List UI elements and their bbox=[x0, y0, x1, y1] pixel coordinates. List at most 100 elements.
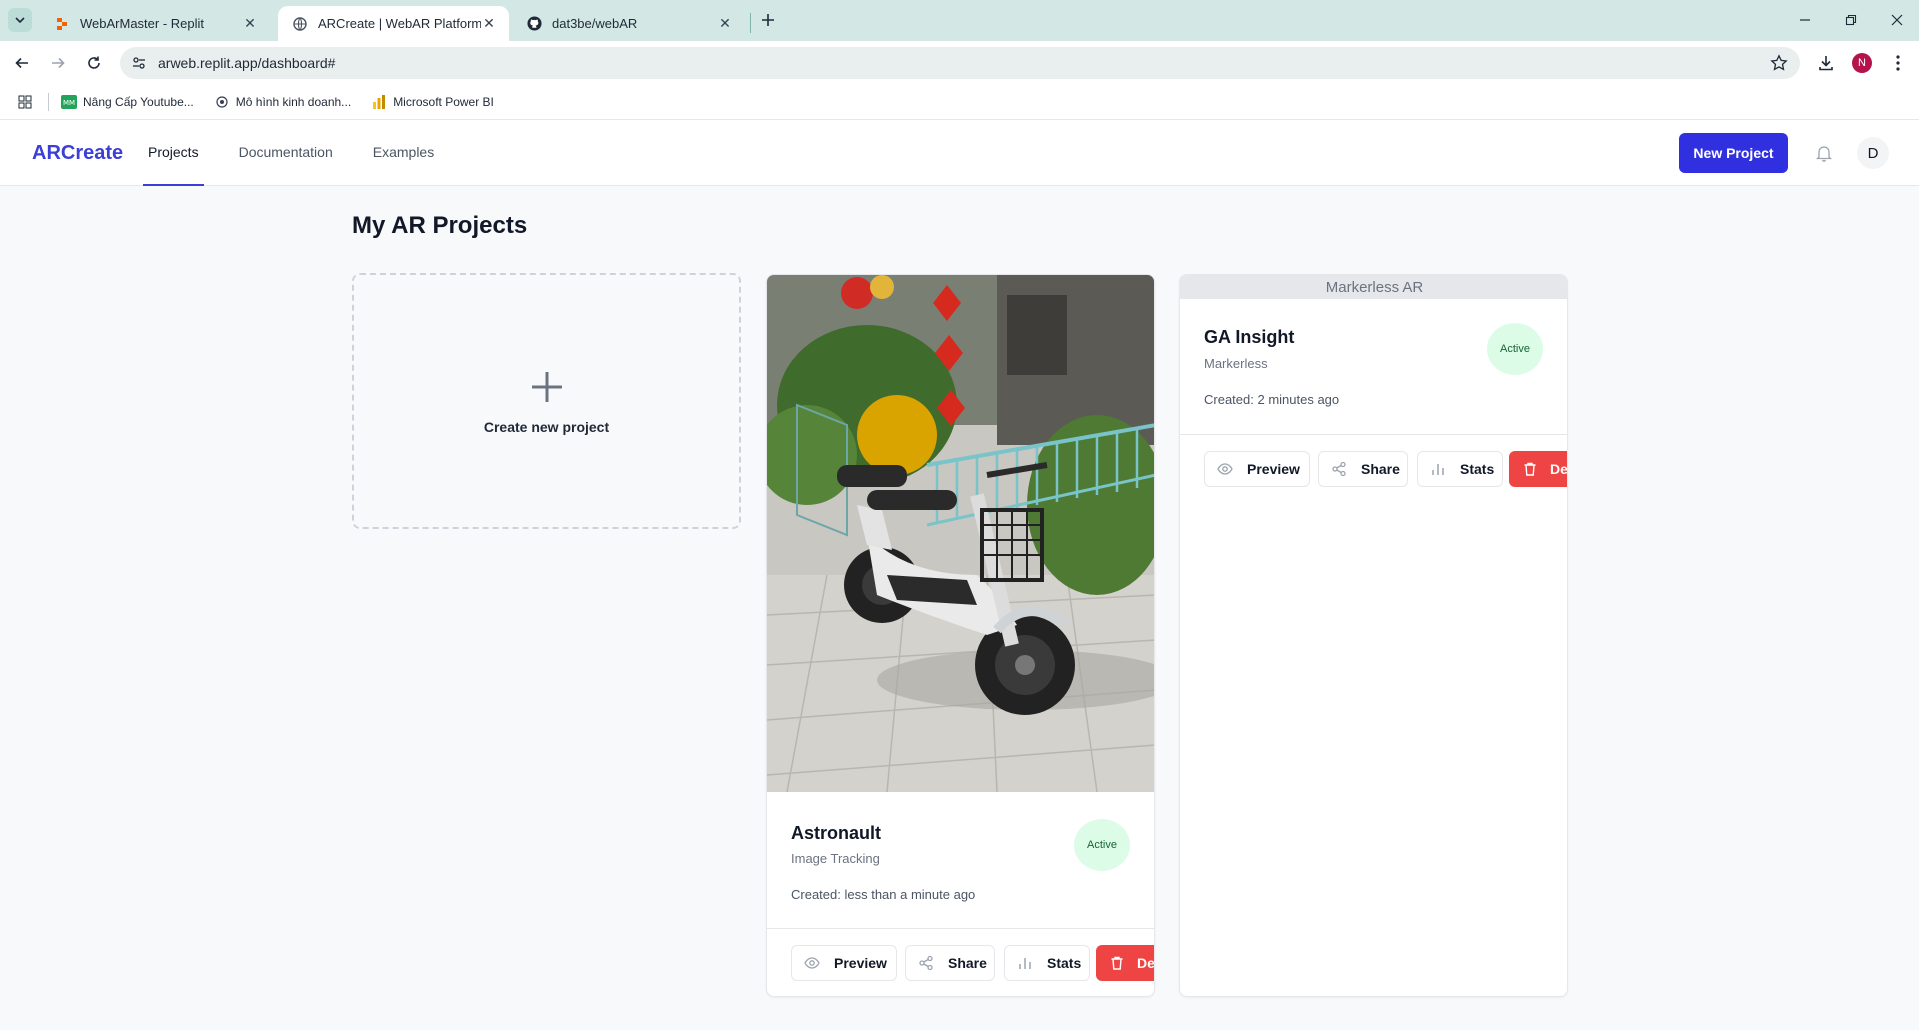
tab-label: dat3be/webAR bbox=[552, 16, 638, 31]
card-divider bbox=[767, 928, 1154, 929]
close-icon[interactable]: ✕ bbox=[242, 15, 258, 32]
browser-tab-bar: WebArMaster - Replit ✕ ARCreate | WebAR … bbox=[0, 0, 1919, 41]
project-card: Markerless AR GA Insight Markerless Crea… bbox=[1179, 274, 1568, 997]
project-type: Markerless bbox=[1204, 356, 1268, 371]
bookmark-star-icon[interactable] bbox=[1770, 54, 1788, 77]
apps-grid-icon[interactable] bbox=[16, 93, 34, 111]
status-badge: Active bbox=[1487, 323, 1543, 375]
back-button[interactable] bbox=[8, 49, 36, 77]
bookmark-label: Nâng Cấp Youtube... bbox=[83, 95, 194, 109]
project-title[interactable]: GA Insight bbox=[1204, 327, 1294, 348]
window-close-button[interactable] bbox=[1880, 6, 1914, 34]
bookmark-business-model[interactable]: Mô hình kinh doanh... bbox=[214, 94, 351, 110]
preview-button[interactable]: Preview bbox=[1204, 451, 1310, 487]
delete-button[interactable]: Del bbox=[1096, 945, 1155, 981]
arrow-left-icon bbox=[15, 57, 28, 69]
page-title: My AR Projects bbox=[352, 212, 528, 239]
globe-icon bbox=[292, 16, 308, 32]
share-button[interactable]: Share bbox=[905, 945, 995, 981]
project-actions: Preview Share Stats Del bbox=[1204, 451, 1568, 487]
chevron-down-icon bbox=[15, 17, 25, 24]
reload-button[interactable] bbox=[80, 49, 108, 77]
share-icon bbox=[1331, 461, 1347, 477]
browser-tab-replit[interactable]: WebArMaster - Replit ✕ bbox=[40, 6, 270, 41]
delete-button[interactable]: Del bbox=[1509, 451, 1568, 487]
tab-search-button[interactable] bbox=[8, 8, 32, 32]
share-label: Share bbox=[948, 955, 987, 971]
user-avatar[interactable]: D bbox=[1857, 137, 1889, 169]
stats-label: Stats bbox=[1460, 461, 1495, 477]
svg-text:MM: MM bbox=[63, 99, 75, 107]
browser-toolbar: arweb.replit.app/dashboard# N bbox=[0, 41, 1919, 85]
power-bi-icon bbox=[371, 94, 387, 110]
minimize-button[interactable] bbox=[1788, 6, 1822, 34]
share-icon bbox=[918, 955, 934, 971]
status-badge: Active bbox=[1074, 819, 1130, 871]
tab-label: ARCreate | WebAR Platform bbox=[318, 16, 481, 31]
download-icon bbox=[1819, 56, 1833, 71]
more-vertical-icon bbox=[1896, 55, 1900, 71]
close-icon[interactable]: ✕ bbox=[481, 15, 497, 32]
profile-button[interactable]: N bbox=[1848, 49, 1876, 77]
notifications-bell-icon[interactable] bbox=[1813, 142, 1835, 164]
card-divider bbox=[1180, 434, 1567, 435]
stats-button[interactable]: Stats bbox=[1004, 945, 1090, 981]
create-project-card[interactable]: Create new project bbox=[352, 273, 741, 529]
close-icon[interactable]: ✕ bbox=[717, 15, 733, 32]
new-tab-button[interactable] bbox=[756, 8, 780, 32]
project-header-strip: Markerless AR bbox=[1180, 275, 1567, 299]
restore-button[interactable] bbox=[1834, 6, 1868, 34]
project-card: Astronault Image Tracking Created: less … bbox=[766, 274, 1155, 997]
project-type: Image Tracking bbox=[791, 851, 880, 866]
app-header: ARCreate Projects Documentation Examples… bbox=[0, 120, 1919, 186]
preview-label: Preview bbox=[1247, 461, 1300, 477]
profile-avatar: N bbox=[1852, 53, 1872, 73]
minimize-icon bbox=[1800, 19, 1810, 21]
delete-label: Del bbox=[1137, 955, 1155, 971]
nav-documentation[interactable]: Documentation bbox=[234, 120, 338, 186]
nav-projects[interactable]: Projects bbox=[143, 120, 204, 186]
main-nav: Projects Documentation Examples bbox=[143, 120, 469, 186]
trash-icon bbox=[1522, 461, 1538, 477]
eye-icon bbox=[1217, 461, 1233, 477]
tab-separator bbox=[750, 13, 751, 33]
eye-icon bbox=[804, 955, 820, 971]
globe-icon bbox=[214, 94, 230, 110]
address-bar[interactable]: arweb.replit.app/dashboard# bbox=[120, 47, 1800, 79]
stats-label: Stats bbox=[1047, 955, 1082, 971]
restore-icon bbox=[1845, 14, 1857, 26]
bookmarks-bar: MM Nâng Cấp Youtube... Mô hình kinh doan… bbox=[0, 85, 1919, 120]
project-title[interactable]: Astronault bbox=[791, 823, 881, 844]
new-project-button[interactable]: New Project bbox=[1679, 133, 1788, 173]
browser-tab-github[interactable]: dat3be/webAR ✕ bbox=[512, 6, 745, 41]
arrow-right-icon bbox=[52, 57, 65, 69]
bookmark-youtube[interactable]: MM Nâng Cấp Youtube... bbox=[61, 94, 194, 110]
bookmark-label: Microsoft Power BI bbox=[393, 95, 494, 109]
close-icon bbox=[1891, 14, 1903, 26]
url-text[interactable]: arweb.replit.app/dashboard# bbox=[158, 55, 335, 71]
share-button[interactable]: Share bbox=[1318, 451, 1408, 487]
mm-logo-icon: MM bbox=[61, 94, 77, 110]
plus-icon bbox=[762, 14, 774, 26]
plus-icon bbox=[527, 367, 567, 407]
nav-examples[interactable]: Examples bbox=[368, 120, 439, 186]
bar-chart-icon bbox=[1430, 461, 1446, 477]
brand-logo[interactable]: ARCreate bbox=[32, 142, 123, 165]
browser-tab-arcreate[interactable]: ARCreate | WebAR Platform ✕ bbox=[278, 6, 509, 41]
downloads-button[interactable] bbox=[1812, 49, 1840, 77]
stats-button[interactable]: Stats bbox=[1417, 451, 1503, 487]
delete-label: Del bbox=[1550, 461, 1568, 477]
bookmark-power-bi[interactable]: Microsoft Power BI bbox=[371, 94, 494, 110]
reload-icon bbox=[88, 56, 100, 69]
replit-icon bbox=[54, 16, 70, 32]
preview-label: Preview bbox=[834, 955, 887, 971]
bar-chart-icon bbox=[1017, 955, 1033, 971]
site-info-icon[interactable] bbox=[130, 54, 148, 72]
preview-button[interactable]: Preview bbox=[791, 945, 897, 981]
project-created: Created: less than a minute ago bbox=[791, 887, 976, 902]
create-project-label: Create new project bbox=[483, 419, 610, 435]
forward-button[interactable] bbox=[44, 49, 72, 77]
share-label: Share bbox=[1361, 461, 1400, 477]
browser-menu-button[interactable] bbox=[1884, 49, 1912, 77]
project-created: Created: 2 minutes ago bbox=[1204, 392, 1340, 407]
